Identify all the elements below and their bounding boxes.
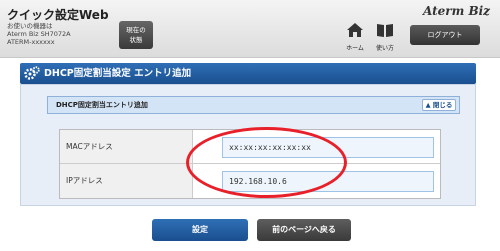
table-row: IPアドレス 192.168.10.6 <box>60 164 440 198</box>
entry-header-title: DHCP固定割当エントリ追加 <box>56 101 148 109</box>
app-title: クイック設定Web <box>7 8 109 22</box>
close-button[interactable]: ▲ 閉じる <box>422 99 456 111</box>
mac-address-input[interactable]: xx:xx:xx:xx:xx:xx <box>222 137 434 158</box>
device-id: ATERM-xxxxxx <box>7 38 55 46</box>
status-button-line1: 現在の <box>126 26 146 34</box>
device-caption: お使いの機器は <box>7 22 53 30</box>
brand-logo: Aterm Biz <box>423 4 490 18</box>
logout-button[interactable]: ログアウト <box>410 25 480 45</box>
help-label: 使い方 <box>375 45 394 52</box>
gear-icon <box>24 66 40 80</box>
device-model: Aterm Biz SH7072A <box>7 30 71 38</box>
ip-address-input[interactable]: 192.168.10.6 <box>222 171 434 192</box>
table-row: MACアドレス xx:xx:xx:xx:xx:xx <box>60 130 440 164</box>
help-nav[interactable]: 使い方 <box>373 22 397 52</box>
status-button-line2: 状態 <box>129 36 143 44</box>
page-title: DHCP固定割当設定 エントリ追加 <box>44 68 192 79</box>
book-icon <box>377 24 393 37</box>
home-label: ホーム <box>346 45 364 52</box>
set-button[interactable]: 設定 <box>152 219 248 241</box>
close-label: 閉じる <box>432 101 453 109</box>
home-nav[interactable]: ホーム <box>343 22 367 52</box>
chevron-up-icon: ▲ <box>425 101 431 109</box>
ip-address-label: IPアドレス <box>60 164 193 198</box>
home-icon <box>347 23 363 37</box>
mac-address-label: MACアドレス <box>60 130 193 163</box>
current-status-button[interactable]: 現在の 状態 <box>119 21 153 49</box>
entry-header-bar: DHCP固定割当エントリ追加 ▲ 閉じる <box>47 96 460 114</box>
page-title-bar: DHCP固定割当設定 エントリ追加 <box>20 63 476 84</box>
back-button[interactable]: 前のページへ戻る <box>257 219 351 241</box>
entry-form-table: MACアドレス xx:xx:xx:xx:xx:xx IPアドレス 192.168… <box>59 129 441 199</box>
app-header: クイック設定Web お使いの機器は Aterm Biz SH7072A ATER… <box>0 0 500 58</box>
